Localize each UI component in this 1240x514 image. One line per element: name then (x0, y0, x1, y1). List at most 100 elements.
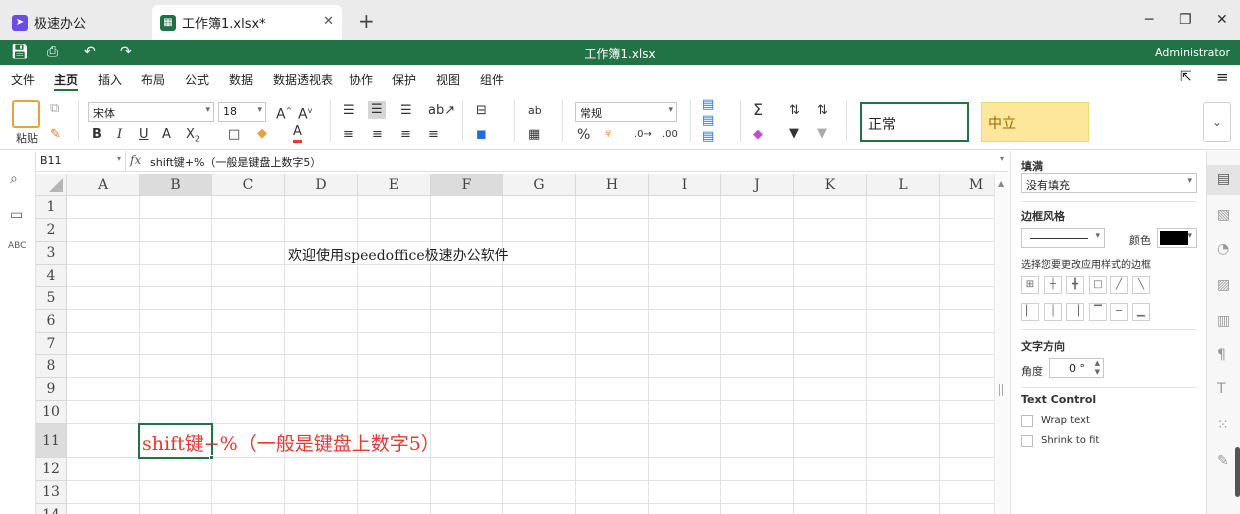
row-header[interactable]: 1 (36, 196, 67, 219)
menu-file[interactable]: 文件 (11, 71, 35, 88)
menu-pivot-table[interactable]: 数据透视表 (273, 71, 333, 88)
panel-resize-handle[interactable] (999, 384, 1003, 396)
row-header[interactable]: 3 (36, 242, 67, 265)
name-box[interactable]: B11 ▾ (36, 151, 126, 171)
column-header[interactable]: F (431, 174, 503, 196)
align-bottom-icon[interactable]: ☰ (400, 102, 412, 120)
decrease-decimal-icon[interactable]: .00 (662, 126, 678, 144)
pivot-settings-icon[interactable]: ⁙ (1217, 417, 1229, 433)
center-border-icon[interactable]: │ (1044, 303, 1062, 321)
tab-home[interactable]: ➤ 极速办公 (0, 5, 148, 40)
minimize-icon[interactable]: ─ (1145, 12, 1153, 28)
row-header[interactable]: 14 (36, 504, 67, 514)
paste-icon[interactable] (12, 100, 40, 128)
menu-view[interactable]: 视图 (436, 71, 460, 88)
left-border-icon[interactable]: ▏ (1021, 303, 1039, 321)
style-neutral[interactable]: 中立 (981, 102, 1089, 142)
paragraph-icon[interactable]: ¶ (1217, 347, 1226, 363)
spreadsheet-grid[interactable]: A B C D E F G H I J K L M 1 2 3 4 5 6 7 … (36, 174, 994, 514)
row-header[interactable]: 6 (36, 310, 67, 333)
row-header[interactable]: 2 (36, 219, 67, 242)
wrap-text-checkbox[interactable] (1021, 415, 1033, 427)
superscript-icon[interactable]: X2 (186, 126, 200, 149)
bold-icon[interactable]: B (92, 126, 102, 144)
border-style-select[interactable]: ▾ (1021, 228, 1105, 248)
column-header[interactable]: K (794, 174, 867, 196)
right-border-icon[interactable]: ▕ (1066, 303, 1084, 321)
menu-home[interactable]: 主页 (54, 71, 78, 88)
copy-icon[interactable]: ⧉ (50, 100, 59, 118)
image-settings-icon[interactable]: ▨ (1217, 277, 1230, 293)
column-header[interactable]: M (940, 174, 994, 196)
border-color-select[interactable]: ▾ (1157, 228, 1197, 248)
percent-icon[interactable]: % (577, 126, 590, 144)
toolbar-scroll-indicator[interactable] (1235, 447, 1240, 497)
signature-settings-icon[interactable]: ✎ (1217, 453, 1229, 469)
menu-data[interactable]: 数据 (229, 71, 253, 88)
row-header[interactable]: 4 (36, 265, 67, 287)
menu-formula[interactable]: 公式 (185, 71, 209, 88)
decrease-font-icon[interactable]: Av (298, 102, 312, 124)
font-size-select[interactable]: 18 ▾ (218, 102, 266, 122)
row-header[interactable]: 9 (36, 378, 67, 401)
comment-icon[interactable]: ▭ (10, 207, 23, 223)
close-window-icon[interactable]: ✕ (1216, 12, 1228, 28)
increase-decimal-icon[interactable]: .0→ (634, 126, 652, 144)
formula-input[interactable]: shift键+%（一般是键盘上数字5） (150, 154, 321, 170)
row-header[interactable]: 11 (36, 424, 67, 458)
function-icon[interactable]: fx (130, 153, 141, 167)
align-top-icon[interactable]: ☰ (343, 102, 355, 120)
justify-icon[interactable]: ≡ (428, 126, 439, 144)
number-format-select[interactable]: 常规 ▾ (575, 102, 677, 122)
restore-icon[interactable]: ❐ (1179, 12, 1192, 28)
inner-borders-icon[interactable]: ┼ (1044, 276, 1062, 294)
column-header[interactable]: H (576, 174, 649, 196)
align-left-icon[interactable]: ≡ (343, 126, 354, 144)
top-border-icon[interactable]: ▔ (1089, 303, 1107, 321)
open-location-icon[interactable]: ⇱ (1180, 69, 1192, 85)
expand-styles-button[interactable]: ⌄ (1203, 102, 1231, 142)
menu-components[interactable]: 组件 (480, 71, 504, 88)
chart-settings-icon[interactable]: ▥ (1217, 313, 1230, 329)
italic-icon[interactable]: I (117, 126, 122, 144)
sort-descending-icon[interactable]: ⇅ (817, 102, 828, 120)
style-normal[interactable]: 正常 (860, 102, 969, 142)
row-header[interactable]: 13 (36, 481, 67, 504)
format-cells-icon[interactable]: ▤ (702, 128, 714, 146)
align-center-icon[interactable]: ≡ (372, 126, 383, 144)
underline-icon[interactable]: U (139, 126, 149, 144)
menu-protect[interactable]: 保护 (392, 71, 416, 88)
sum-icon[interactable]: Σ (753, 101, 763, 119)
font-color-icon[interactable]: A (293, 124, 302, 143)
wrap-icon[interactable]: ⊟ (476, 102, 487, 120)
select-all-corner[interactable] (36, 174, 67, 196)
row-header[interactable]: 8 (36, 355, 67, 378)
cell-d3[interactable]: 欢迎使用speedoffice极速办公软件 (288, 245, 509, 265)
column-header[interactable]: C (212, 174, 285, 196)
clear-filter-icon[interactable]: ▼ (817, 125, 827, 143)
paste-label[interactable]: 粘贴 (16, 130, 38, 148)
strikethrough-icon[interactable]: A (162, 126, 171, 144)
font-name-select[interactable]: 宋体 ▾ (88, 102, 214, 122)
wrap-text-label[interactable]: Wrap text (1041, 415, 1090, 426)
vertical-scrollbar[interactable]: ▲ (994, 174, 1008, 514)
column-header[interactable]: J (721, 174, 794, 196)
column-header[interactable]: D (285, 174, 358, 196)
row-header[interactable]: 5 (36, 287, 67, 310)
merge-cells-icon[interactable]: ◼ (476, 126, 487, 144)
align-middle-icon[interactable]: ☰ (368, 101, 386, 119)
currency-icon[interactable]: ¥ (605, 126, 611, 144)
borders-icon[interactable]: □ (228, 126, 240, 144)
user-name[interactable]: Administrator (1155, 46, 1230, 59)
shape-settings-icon[interactable]: ◔ (1217, 241, 1229, 257)
diagonal-down-icon[interactable]: ╲ (1132, 276, 1150, 294)
column-header[interactable]: E (358, 174, 431, 196)
shrink-to-fit-checkbox[interactable] (1021, 435, 1033, 447)
spellcheck-icon[interactable]: ABC (8, 241, 26, 251)
fill-select[interactable]: 没有填充 ▾ (1021, 173, 1197, 193)
text-orientation-icon[interactable]: ab↗ (428, 102, 455, 120)
spinner-icon[interactable]: ▲ ▼ (1095, 359, 1100, 377)
row-header[interactable]: 12 (36, 458, 67, 481)
table-format-icon[interactable]: ▦ (528, 126, 540, 144)
hamburger-menu-icon[interactable]: ≡ (1216, 68, 1229, 86)
